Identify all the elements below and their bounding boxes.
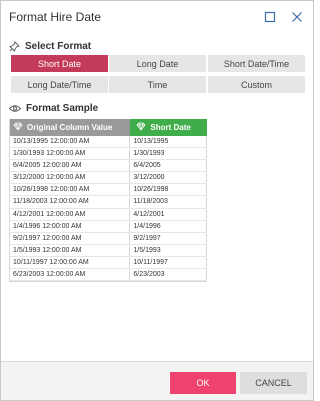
format-option-long-date[interactable]: Long Date [109,55,206,72]
format-option-custom[interactable]: Custom [208,76,305,93]
original-value-cell: 1/5/1993 12:00:00 AM [10,244,131,256]
format-option-short-date[interactable]: Short Date [11,55,108,72]
diamond-icon [136,122,146,133]
formatted-value-cell: 1/4/1996 [130,220,207,232]
table-row: 1/30/1993 12:00:00 AM 1/30/1993 [10,148,207,161]
original-value-cell: 1/4/1996 12:00:00 AM [10,220,131,232]
format-dialog: Format Hire Date Select Format Short Dat… [0,0,314,401]
formatted-value-cell: 11/18/2003 [130,196,207,208]
original-value-cell: 4/12/2001 12:00:00 AM [10,208,131,220]
table-row: 11/18/2003 12:00:00 AM 11/18/2003 [10,196,207,209]
cancel-button[interactable]: CANCEL [240,372,307,394]
table-row: 10/26/1998 12:00:00 AM 10/26/1998 [10,184,207,197]
original-value-cell: 11/18/2003 12:00:00 AM [10,196,131,208]
ok-button[interactable]: OK [170,372,236,394]
table-row: 6/4/2005 12:00:00 AM 6/4/2005 [10,160,207,173]
table-row: 9/2/1997 12:00:00 AM 9/2/1997 [10,232,207,245]
close-icon[interactable] [289,9,305,25]
original-value-cell: 3/12/2000 12:00:00 AM [10,172,131,184]
format-sample-table: Original Column Value Short Date 10/13/1… [9,119,207,283]
original-value-cell: 6/23/2003 12:00:00 AM [10,269,131,281]
original-value-cell: 9/2/1997 12:00:00 AM [10,232,131,244]
original-column-header: Original Column Value [10,119,131,136]
diamond-icon [13,122,23,133]
table-row: 4/12/2001 12:00:00 AM 4/12/2001 [10,208,207,221]
formatted-value-cell: 4/12/2001 [130,208,207,220]
formatted-value-cell: 10/11/1997 [130,256,207,269]
select-format-heading: Select Format [9,41,91,52]
title-bar: Format Hire Date [1,1,313,35]
dialog-footer: OK CANCEL [1,361,313,400]
formatted-value-cell: 6/4/2005 [130,160,207,172]
dialog-title: Format Hire Date [9,10,102,24]
maximize-icon[interactable] [262,9,278,25]
original-value-cell: 10/26/1998 12:00:00 AM [10,184,131,196]
table-row: 1/4/1996 12:00:00 AM 1/4/1996 [10,220,207,233]
formatted-value-cell: 1/30/1993 [130,148,207,160]
original-value-cell: 10/11/1997 12:00:00 AM [10,256,131,269]
format-option-short-date-time[interactable]: Short Date/Time [208,55,305,72]
select-format-label: Select Format [25,41,92,52]
formatted-value-cell: 3/12/2000 [130,172,207,184]
original-value-cell: 6/4/2005 12:00:00 AM [10,160,131,172]
pin-icon [9,41,20,52]
original-value-cell: 10/13/1995 12:00:00 AM [10,136,131,148]
table-row: 6/23/2003 12:00:00 AM 6/23/2003 [10,269,207,282]
formatted-value-cell: 9/2/1997 [130,232,207,244]
format-sample-label: Format Sample [26,103,99,114]
format-sample-heading: Format Sample [9,103,98,114]
formatted-value-cell: 10/13/1995 [130,136,207,148]
formatted-value-cell: 1/5/1993 [130,244,207,256]
table-row: 3/12/2000 12:00:00 AM 3/12/2000 [10,172,207,185]
table-row: 10/11/1997 12:00:00 AM 10/11/1997 [10,256,207,270]
sample-header-row: Original Column Value Short Date [10,119,207,136]
short-date-column-header: Short Date [130,119,207,136]
table-row: 10/13/1995 12:00:00 AM 10/13/1995 [10,136,207,149]
formatted-value-cell: 10/26/1998 [130,184,207,196]
table-row: 1/5/1993 12:00:00 AM 1/5/1993 [10,244,207,257]
original-value-cell: 1/30/1993 12:00:00 AM [10,148,131,160]
format-option-time[interactable]: Time [109,76,206,93]
eye-icon [9,104,21,113]
format-option-long-date-time[interactable]: Long Date/Time [11,76,108,93]
formatted-value-cell: 6/23/2003 [130,269,207,281]
